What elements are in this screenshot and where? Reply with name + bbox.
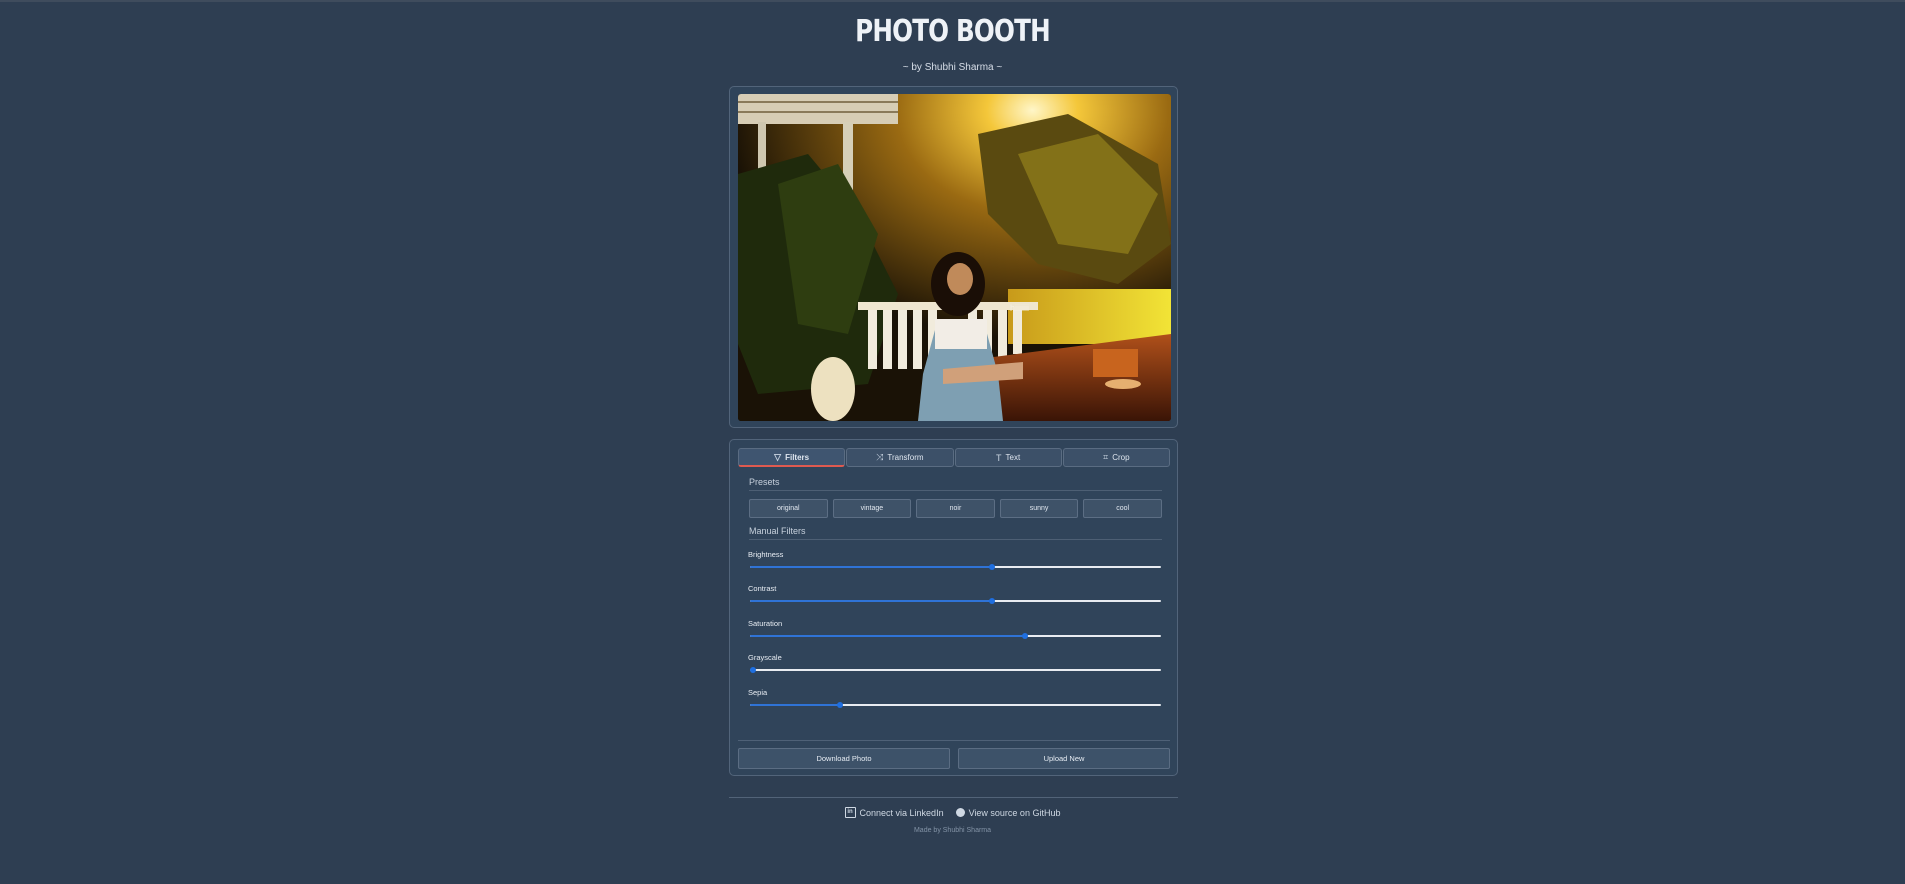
app-title: PHOTO BOOTH <box>855 14 1051 49</box>
slider-fill <box>750 600 993 602</box>
tab-transform[interactable]: ⤨ Transform <box>846 448 954 467</box>
tab-filters[interactable]: ▽ Filters <box>738 448 846 467</box>
preset-cool-button[interactable]: cool <box>1083 499 1162 518</box>
slider-fill <box>750 566 993 568</box>
linkedin-icon: in <box>844 807 856 818</box>
tab-label: Filters <box>785 452 810 462</box>
linkedin-link[interactable]: in Connect via LinkedIn <box>844 807 944 818</box>
brightness-slider[interactable] <box>750 564 1161 570</box>
preset-vintage-button[interactable]: vintage <box>832 499 912 518</box>
crop-icon: ⌗ <box>1103 452 1109 462</box>
grayscale-label: Grayscale <box>748 653 782 662</box>
filter-icon: ▽ <box>774 451 782 462</box>
slider-thumb[interactable] <box>750 667 756 673</box>
actions-row: Download Photo Upload New <box>738 748 1170 769</box>
sepia-label: Sepia <box>748 688 768 697</box>
github-icon <box>955 808 965 817</box>
editor-tabs: ▽ Filters ⤨ Transform T Text ⌗ Crop <box>738 448 1170 468</box>
slider-thumb[interactable] <box>989 564 996 570</box>
photo-overlay-text: hiiiiiii <box>1010 303 1029 313</box>
tab-text[interactable]: T Text <box>954 448 1062 467</box>
presets-row: original vintage noir sunny cool <box>749 499 1162 518</box>
tab-label: Text <box>1005 453 1021 462</box>
photo-image: hiiiiiii <box>738 94 1171 421</box>
contrast-slider[interactable] <box>750 598 1161 604</box>
editor-panel: ▽ Filters ⤨ Transform T Text ⌗ Crop Pres… <box>729 439 1178 776</box>
saturation-label: Saturation <box>748 619 783 628</box>
tab-crop[interactable]: ⌗ Crop <box>1062 448 1170 467</box>
download-photo-button[interactable]: Download Photo <box>738 748 950 769</box>
photo-card: hiiiiiii <box>729 86 1178 428</box>
saturation-slider[interactable] <box>750 633 1161 639</box>
footer-links: in Connect via LinkedIn View source on G… <box>0 807 1905 818</box>
app-subtitle: ~ by Shubhi Sharma ~ <box>902 62 1003 73</box>
tab-label: Crop <box>1112 453 1130 462</box>
top-border <box>0 0 1905 2</box>
linkedin-label: Connect via LinkedIn <box>859 807 944 818</box>
contrast-label: Contrast <box>748 584 777 593</box>
slider-fill <box>750 635 1026 637</box>
grayscale-slider[interactable] <box>750 667 1161 673</box>
preset-noir-button[interactable]: noir <box>916 499 995 518</box>
presets-heading: Presets <box>749 477 1162 491</box>
preset-sunny-button[interactable]: sunny <box>999 499 1079 518</box>
preset-original-button[interactable]: original <box>749 499 828 518</box>
actions-divider <box>738 740 1170 741</box>
upload-new-button[interactable]: Upload New <box>958 748 1170 769</box>
github-label: View source on GitHub <box>968 807 1061 818</box>
made-by-text: Made by Shubhi Sharma <box>913 827 992 834</box>
github-link[interactable]: View source on GitHub <box>955 807 1061 818</box>
slider-thumb[interactable] <box>1022 633 1029 639</box>
footer-divider <box>729 797 1178 798</box>
brightness-label: Brightness <box>748 550 784 559</box>
slider-thumb[interactable] <box>989 598 996 604</box>
slider-fill <box>750 704 841 706</box>
tab-label: Transform <box>887 453 924 462</box>
sepia-slider[interactable] <box>750 702 1161 708</box>
manual-filters-heading: Manual Filters <box>749 526 1162 540</box>
photo-canvas[interactable]: hiiiiiii <box>738 94 1171 421</box>
text-icon: T <box>996 452 1002 463</box>
shuffle-icon: ⤨ <box>876 452 884 462</box>
slider-thumb[interactable] <box>837 702 844 708</box>
